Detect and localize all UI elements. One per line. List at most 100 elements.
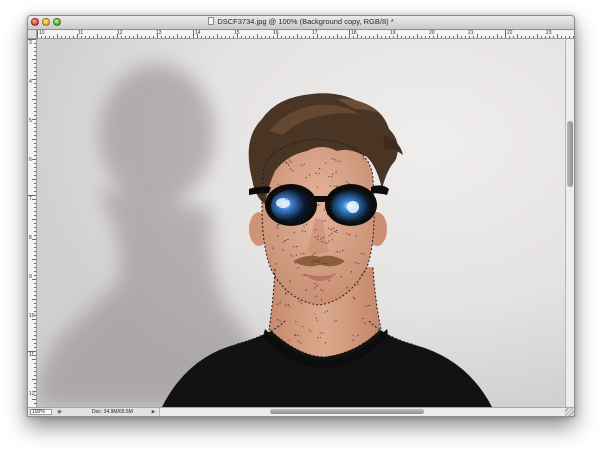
ruler-tick <box>221 36 222 38</box>
ruler-tick <box>397 34 398 38</box>
ruler-tick <box>233 36 234 38</box>
ruler-tick <box>569 36 570 38</box>
ruler-tick <box>481 36 482 38</box>
ruler-tick <box>34 111 36 112</box>
vertical-scrollbar[interactable] <box>565 39 574 407</box>
ruler-tick <box>529 36 530 38</box>
ruler-tick <box>34 47 36 48</box>
ruler-tick <box>32 359 36 360</box>
ruler-tick <box>257 34 258 38</box>
ruler-tick <box>34 51 36 52</box>
ruler-tick <box>34 91 36 92</box>
ruler-tick <box>381 36 382 38</box>
ruler-tick <box>34 387 36 388</box>
ruler-tick <box>181 36 182 38</box>
window-titlebar[interactable]: DSCF3734.jpg @ 100% (Background copy, RG… <box>28 16 574 30</box>
ruler-tick <box>45 36 46 38</box>
zoom-field[interactable]: 100% <box>30 409 52 415</box>
ruler-label: 4 <box>29 79 32 85</box>
ruler-tick <box>34 363 36 364</box>
document-info-icon[interactable]: ◉ <box>56 408 63 416</box>
ruler-tick <box>409 36 410 38</box>
ruler-tick <box>57 34 58 38</box>
ruler-tick <box>34 263 36 264</box>
ruler-tick <box>457 34 458 38</box>
ruler-tick <box>49 36 50 38</box>
ruler-tick <box>121 36 122 38</box>
status-bar: 100% ◉ Doc: 34.9M/65.5M ▶ <box>28 407 574 416</box>
horizontal-ruler[interactable]: 10 11 12 13 14 15 16 17 18 19 20 21 22 23 <box>37 30 574 39</box>
ruler-tick <box>497 34 498 38</box>
image-canvas[interactable] <box>37 39 565 407</box>
ruler-tick <box>513 36 514 38</box>
ruler-tick <box>34 371 36 372</box>
horizontal-scrollbar[interactable] <box>159 408 565 416</box>
resize-grip-icon[interactable] <box>565 408 574 416</box>
ruler-tick <box>421 36 422 38</box>
ruler-tick <box>365 36 366 38</box>
ruler-tick <box>413 36 414 38</box>
ruler-tick <box>32 279 36 280</box>
ruler-tick <box>489 36 490 38</box>
ruler-tick <box>34 95 36 96</box>
ruler-tick <box>329 36 330 38</box>
ruler-tick <box>333 36 334 38</box>
ruler-tick <box>93 36 94 38</box>
ruler-tick <box>34 287 36 288</box>
document-window: DSCF3734.jpg @ 100% (Background copy, RG… <box>27 15 575 417</box>
ruler-tick <box>34 227 36 228</box>
ruler-tick <box>101 36 102 38</box>
ruler-tick <box>32 119 36 120</box>
ruler-tick <box>389 36 390 38</box>
ruler-tick <box>253 36 254 38</box>
window-title-wrap: DSCF3734.jpg @ 100% (Background copy, RG… <box>28 17 574 26</box>
ruler-tick <box>105 36 106 38</box>
ruler-tick <box>34 75 36 76</box>
ruler-tick <box>241 36 242 38</box>
ruler-label: 7 <box>29 196 32 202</box>
ruler-tick <box>201 36 202 38</box>
ruler-tick <box>349 30 350 38</box>
vertical-scroll-thumb[interactable] <box>567 121 573 187</box>
ruler-tick <box>32 219 36 220</box>
ruler-tick <box>561 36 562 38</box>
ruler-tick <box>61 36 62 38</box>
ruler-tick <box>517 34 518 38</box>
ruler-tick <box>32 379 36 380</box>
ruler-tick <box>193 30 194 38</box>
ruler-tick <box>189 36 190 38</box>
ruler-tick <box>549 36 550 38</box>
ruler-tick <box>34 383 36 384</box>
ruler-tick <box>34 275 36 276</box>
ruler-tick <box>169 36 170 38</box>
ruler-label: 13 <box>156 30 162 36</box>
ruler-tick <box>34 87 36 88</box>
ruler-tick <box>34 311 36 312</box>
ruler-tick <box>34 175 36 176</box>
ruler-tick <box>32 99 36 100</box>
ruler-tick <box>34 303 36 304</box>
ruler-tick <box>32 139 36 140</box>
vertical-ruler[interactable]: 3 4 5 6 7 8 9 10 11 12 <box>28 39 37 407</box>
ruler-tick <box>441 36 442 38</box>
ruler-tick <box>265 36 266 38</box>
doc-size-info[interactable]: Doc: 34.9M/65.5M <box>92 409 133 416</box>
ruler-tick <box>32 339 36 340</box>
ruler-tick <box>269 36 270 38</box>
ruler-tick <box>385 36 386 38</box>
ruler-origin[interactable] <box>28 30 37 39</box>
ruler-tick <box>209 36 210 38</box>
ruler-tick <box>34 151 36 152</box>
ruler-tick <box>313 36 314 38</box>
ruler-label: 8 <box>29 235 32 241</box>
ruler-tick <box>213 36 214 38</box>
ruler-tick <box>34 63 36 64</box>
ruler-tick <box>34 347 36 348</box>
ruler-tick <box>129 36 130 38</box>
ruler-tick <box>34 375 36 376</box>
horizontal-scroll-thumb[interactable] <box>270 409 424 414</box>
photo <box>37 39 565 407</box>
triangle-right-icon[interactable]: ▶ <box>150 408 157 416</box>
ruler-tick <box>225 36 226 38</box>
ruler-tick <box>109 36 110 38</box>
